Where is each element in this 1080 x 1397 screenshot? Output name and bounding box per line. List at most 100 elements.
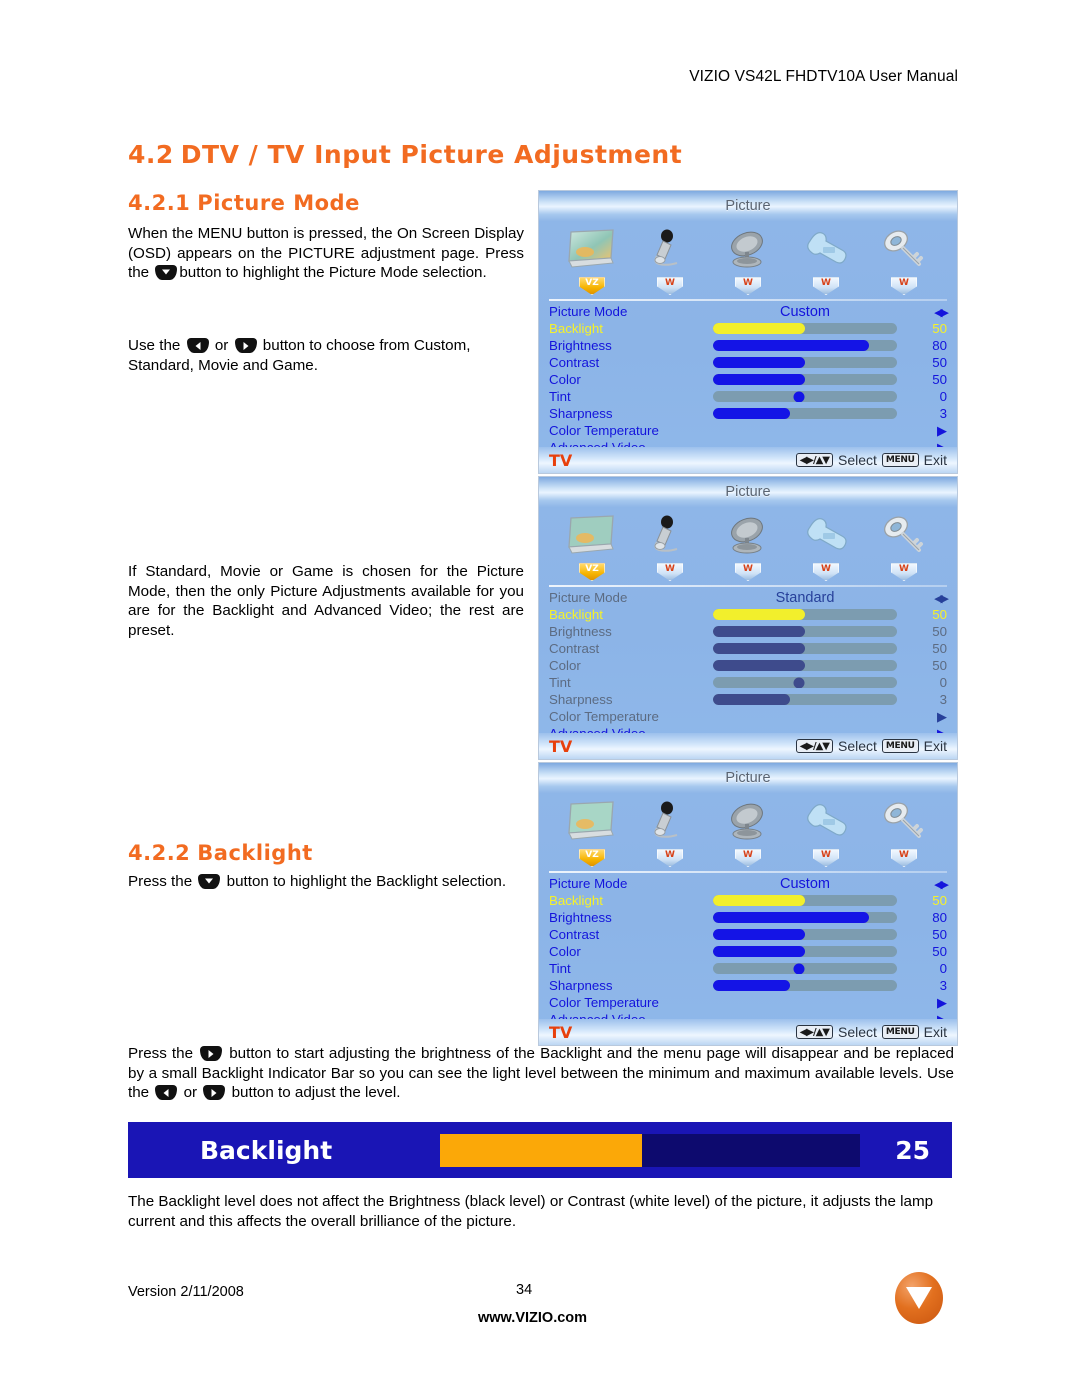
row-label: Color: [549, 372, 581, 387]
osd-row-backlight[interactable]: Backlight 50: [549, 892, 947, 909]
row-label: Backlight: [549, 893, 603, 908]
osd-icon-parental[interactable]: W: [871, 224, 937, 295]
picture-icon: [559, 796, 625, 848]
footer-website: www.VIZIO.com: [478, 1310, 588, 1326]
osd-row-color[interactable]: Color 50: [549, 371, 947, 388]
osd-row-contrast[interactable]: Contrast 50: [549, 926, 947, 943]
section-title: DTV / TV Input Picture Adjustment: [180, 140, 683, 169]
row-label: Backlight: [549, 321, 603, 336]
osd-icon-row: VZ W W W W: [539, 793, 957, 871]
row-label: Tint: [549, 675, 571, 690]
slider-track[interactable]: [713, 963, 897, 974]
osd-row-brightness[interactable]: Brightness 80: [549, 337, 947, 354]
vizio-badge: VZ: [579, 277, 605, 295]
osd-icon-row: VZ W W W W: [539, 221, 957, 299]
osd-row-color[interactable]: Color 50: [549, 943, 947, 960]
osd-source-label: TV: [549, 1022, 573, 1042]
osd-row-brightness[interactable]: Brightness 80: [549, 909, 947, 926]
osd-icon-picture[interactable]: VZ: [559, 224, 625, 295]
osd-row-tint[interactable]: Tint 0: [549, 388, 947, 405]
osd-row-color-temperature[interactable]: Color Temperature ▶: [549, 708, 947, 725]
osd-row-sharpness[interactable]: Sharpness 3: [549, 405, 947, 422]
osd-row-backlight[interactable]: Backlight 50: [549, 320, 947, 337]
osd-row-color[interactable]: Color 50: [549, 657, 947, 674]
section-heading-4-2: 4.2 DTV / TV Input Picture Adjustment: [128, 140, 682, 169]
nav-keys-icon: ◀▶/▲▼: [795, 1025, 833, 1039]
osd-icon-audio[interactable]: W: [637, 796, 703, 867]
osd-row-sharpness[interactable]: Sharpness 3: [549, 691, 947, 708]
slider-track[interactable]: [713, 391, 897, 402]
vizio-badge: VZ: [579, 563, 605, 581]
osd-row-tint[interactable]: Tint 0: [549, 674, 947, 691]
osd-icon-tuner[interactable]: W: [715, 796, 781, 867]
osd-row-tint[interactable]: Tint 0: [549, 960, 947, 977]
slider-track[interactable]: [713, 912, 897, 923]
osd-icon-row: VZ W W W W: [539, 507, 957, 585]
osd-row-sharpness[interactable]: Sharpness 3: [549, 977, 947, 994]
osd-row-color-temperature[interactable]: Color Temperature ▶: [549, 422, 947, 439]
osd-row-picture-mode[interactable]: Picture Mode Custom ◀▶: [549, 875, 949, 892]
nav-keys-icon: ◀▶/▲▼: [795, 453, 833, 467]
slider-track[interactable]: [713, 895, 897, 906]
menu-key-icon: MENU: [881, 739, 919, 753]
osd-row-picture-mode[interactable]: Picture Mode Standard ◀▶: [549, 589, 949, 606]
backlight-bar-track[interactable]: [440, 1133, 860, 1167]
slider-track[interactable]: [713, 340, 897, 351]
slider-track[interactable]: [713, 946, 897, 957]
osd-icon-tuner[interactable]: W: [715, 510, 781, 581]
osd-icon-setup[interactable]: W: [793, 796, 859, 867]
chevron-right-icon: ▶: [937, 995, 947, 1010]
osd-icon-parental[interactable]: W: [871, 796, 937, 867]
slider-track[interactable]: [713, 609, 897, 620]
row-value: 50: [932, 607, 947, 622]
slider-track[interactable]: [713, 323, 897, 334]
osd-panel-standard: Picture VZ W W W W Picture Mode Standard…: [538, 476, 958, 760]
osd-divider: [549, 871, 947, 873]
slider-track[interactable]: [713, 408, 897, 419]
osd-panel-custom-1: Picture VZ W W W W Picture Mode Custom ◀…: [538, 190, 958, 474]
wrench-icon: [793, 510, 859, 562]
osd-row-backlight[interactable]: Backlight 50: [549, 606, 947, 623]
paragraph-conjunction: or: [214, 337, 229, 354]
row-value: 50: [932, 944, 947, 959]
osd-icon-parental[interactable]: W: [871, 510, 937, 581]
slider-track: [713, 660, 897, 671]
osd-icon-tuner[interactable]: W: [715, 224, 781, 295]
osd-row-color-temperature[interactable]: Color Temperature ▶: [549, 994, 947, 1011]
vizio-badge: W: [891, 563, 917, 581]
osd-icon-setup[interactable]: W: [793, 510, 859, 581]
slider-track[interactable]: [713, 357, 897, 368]
select-label: Select: [837, 738, 877, 754]
chevron-right-icon: ▶: [937, 423, 947, 438]
osd-row-picture-mode[interactable]: Picture Mode Custom ◀▶: [549, 303, 949, 320]
osd-panel-custom-2: Picture VZ W W W W Picture Mode Custom ◀…: [538, 762, 958, 1046]
picture-mode-value: Custom: [780, 303, 830, 320]
satellite-dish-icon: [715, 510, 781, 562]
osd-icon-picture[interactable]: VZ: [559, 510, 625, 581]
row-label: Brightness: [549, 624, 612, 639]
row-label: Contrast: [549, 927, 600, 942]
osd-icon-audio[interactable]: W: [637, 510, 703, 581]
osd-icon-picture[interactable]: VZ: [559, 796, 625, 867]
menu-key-icon: MENU: [881, 1025, 919, 1039]
osd-row-contrast[interactable]: Contrast 50: [549, 640, 947, 657]
slider-track[interactable]: [713, 980, 897, 991]
row-label: Picture Mode: [549, 304, 628, 319]
microphone-icon: [637, 796, 703, 848]
section-number: 4.2.1: [128, 191, 191, 215]
paragraph-backlight-explanation: The Backlight level does not affect the …: [128, 1193, 934, 1230]
slider-track[interactable]: [713, 374, 897, 385]
remote-down-button-icon: [198, 874, 221, 889]
footer-page-number: 34: [516, 1282, 533, 1298]
row-label: Sharpness: [549, 692, 613, 707]
row-value: 0: [939, 675, 947, 690]
slider-track[interactable]: [713, 929, 897, 940]
select-label: Select: [837, 452, 877, 468]
osd-icon-audio[interactable]: W: [637, 224, 703, 295]
osd-icon-setup[interactable]: W: [793, 224, 859, 295]
backlight-bar-label: Backlight: [200, 1135, 333, 1165]
osd-row-brightness[interactable]: Brightness 50: [549, 623, 947, 640]
vizio-badge: W: [735, 277, 761, 295]
row-label: Sharpness: [549, 978, 613, 993]
osd-row-contrast[interactable]: Contrast 50: [549, 354, 947, 371]
